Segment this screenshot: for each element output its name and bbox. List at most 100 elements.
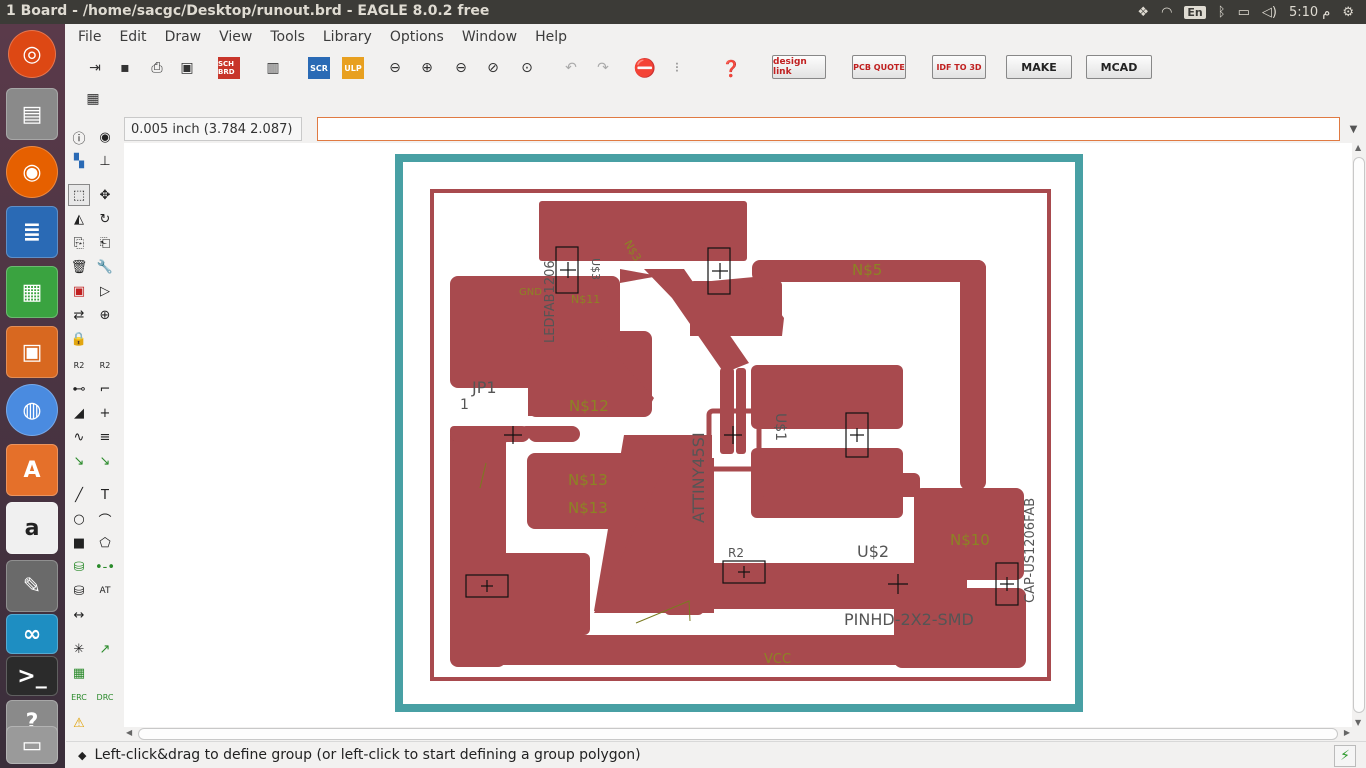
horizontal-scrollbar[interactable]: ◀ ▶ — [124, 727, 1352, 741]
zoom-select-icon[interactable]: ⊙ — [516, 57, 538, 79]
idf-to-3d-button[interactable]: IDF TO 3D — [932, 55, 986, 79]
system-settings-icon[interactable]: ✎ — [6, 560, 58, 612]
zoom-out-icon[interactable]: ⊖ — [450, 57, 472, 79]
firefox-icon[interactable]: ◉ — [6, 146, 58, 198]
horizontal-scroll-thumb[interactable] — [138, 728, 1338, 740]
move-icon[interactable]: ✥ — [94, 184, 116, 206]
auto-icon[interactable]: ▦ — [68, 662, 90, 684]
vertical-scroll-thumb[interactable] — [1353, 157, 1365, 713]
menu-draw[interactable]: Draw — [165, 29, 202, 45]
menu-view[interactable]: View — [219, 29, 252, 45]
route-icon[interactable]: ↘ — [68, 450, 90, 472]
mirror-icon[interactable]: ◭ — [68, 208, 90, 230]
ripup-icon[interactable]: ↘ — [94, 450, 116, 472]
layer-settings-icon[interactable]: ▥ — [262, 57, 284, 79]
rectangle-icon[interactable]: ■ — [68, 532, 90, 554]
board-drawing[interactable]: JP1 1 U$2 PINHD-2X2-SMD ATTINY45SI U$1 C… — [124, 143, 1352, 727]
drc-icon[interactable]: DRC — [94, 686, 116, 708]
mcad-button[interactable]: MCAD — [1086, 55, 1152, 79]
arduino-icon[interactable]: ∞ — [6, 614, 58, 654]
lock-icon[interactable]: 🔒 — [68, 328, 90, 350]
polygon-icon[interactable]: ⬠ — [94, 532, 116, 554]
menu-window[interactable]: Window — [462, 29, 517, 45]
delete-icon[interactable]: 🗑 — [68, 256, 90, 278]
bluetooth-icon[interactable]: ᛒ — [1218, 5, 1226, 20]
signal-icon[interactable]: •-• — [94, 556, 116, 578]
erc-icon[interactable]: ERC — [68, 686, 90, 708]
clock[interactable]: 5:10 م — [1289, 5, 1330, 20]
go-icon[interactable]: ⁝ — [666, 57, 688, 79]
ulp-icon[interactable]: ULP — [342, 57, 364, 79]
amazon-icon[interactable]: a — [6, 502, 58, 554]
redo-icon[interactable]: ↷ — [592, 57, 614, 79]
trash-icon[interactable]: ▭ — [6, 726, 58, 764]
smash-icon[interactable]: ⊷ — [68, 378, 90, 400]
open-icon[interactable]: ⇥ — [84, 57, 106, 79]
rotate-icon[interactable]: ↻ — [94, 208, 116, 230]
ubuntu-logo-icon[interactable]: ◎ — [8, 30, 56, 78]
stop-icon[interactable]: ⛔ — [634, 57, 656, 79]
change-icon[interactable]: 🔧 — [94, 256, 116, 278]
software-center-icon[interactable]: A — [6, 444, 58, 496]
battery-icon[interactable]: ▭ — [1238, 5, 1250, 20]
menu-help[interactable]: Help — [535, 29, 567, 45]
dropbox-icon[interactable]: ❖ — [1137, 5, 1149, 20]
writer-icon[interactable]: ≣ — [6, 206, 58, 258]
circle-icon[interactable]: ○ — [68, 508, 90, 530]
name-icon[interactable]: R2 — [68, 354, 90, 376]
via-icon[interactable]: ⛁ — [68, 556, 90, 578]
cam-processor-icon[interactable]: ▣ — [176, 57, 198, 79]
attribute-icon[interactable]: AT — [94, 580, 116, 602]
text-icon[interactable]: T — [94, 484, 116, 506]
swap-icon[interactable]: ⇄ — [68, 304, 90, 326]
menu-edit[interactable]: Edit — [119, 29, 146, 45]
volume-icon[interactable]: ◁) — [1262, 5, 1277, 20]
arc-icon[interactable]: ⌒ — [94, 508, 116, 530]
save-icon[interactable]: ▪ — [114, 57, 136, 79]
wifi-icon[interactable]: ◠ — [1161, 5, 1172, 20]
errors-icon[interactable]: ⚠ — [68, 712, 90, 734]
power-gear-icon[interactable]: ⚙ — [1342, 5, 1354, 20]
command-line-input[interactable] — [317, 117, 1340, 141]
design-link-button[interactable]: design link — [772, 55, 826, 79]
menu-file[interactable]: File — [78, 29, 101, 45]
value-icon[interactable]: R2 — [94, 354, 116, 376]
show-icon[interactable]: ◉ — [94, 126, 116, 148]
split-icon[interactable]: ◢ — [68, 402, 90, 424]
vertical-scrollbar[interactable]: ▲ ▼ — [1352, 143, 1366, 727]
optimize-icon[interactable]: + — [94, 402, 116, 424]
zoom-in-icon[interactable]: ⊕ — [416, 57, 438, 79]
copy-icon[interactable]: ⎘ — [68, 232, 90, 254]
pcb-quote-button[interactable]: PCB QUOTE — [852, 55, 906, 79]
grid-icon[interactable]: ▦ — [82, 88, 104, 110]
help-icon[interactable]: ❓ — [720, 57, 742, 79]
dimension-icon[interactable]: ↔ — [68, 604, 90, 626]
script-icon[interactable]: SCR — [308, 57, 330, 79]
menu-tools[interactable]: Tools — [270, 29, 305, 45]
zoom-fit-icon[interactable]: ⊖ — [384, 57, 406, 79]
menu-options[interactable]: Options — [390, 29, 444, 45]
keyboard-layout-indicator[interactable]: En — [1184, 5, 1206, 19]
info-icon[interactable]: ⓘ — [68, 126, 90, 148]
miter-icon[interactable]: ⌐ — [94, 378, 116, 400]
line-icon[interactable]: ╱ — [68, 484, 90, 506]
files-icon[interactable]: ▤ — [6, 88, 58, 140]
menu-library[interactable]: Library — [323, 29, 372, 45]
undo-icon[interactable]: ↶ — [560, 57, 582, 79]
meander-icon[interactable]: ∿ — [68, 426, 90, 448]
route-multiple-icon[interactable]: ≡ — [94, 426, 116, 448]
switch-schematic-board-icon[interactable]: SCH BRD — [218, 57, 240, 79]
ratsnest-icon[interactable]: ✳ — [68, 638, 90, 660]
command-history-dropdown[interactable]: ▼ — [1341, 117, 1366, 141]
replace-icon[interactable]: ▷ — [94, 280, 116, 302]
display-layers-icon[interactable]: ▚ — [68, 150, 90, 172]
lock-open-icon[interactable]: ⊕ — [94, 304, 116, 326]
board-canvas[interactable]: JP1 1 U$2 PINHD-2X2-SMD ATTINY45SI U$1 C… — [124, 143, 1352, 727]
hole-icon[interactable]: ⛁ — [68, 580, 90, 602]
mark-icon[interactable]: ⊥ — [94, 150, 116, 172]
stop-command-icon[interactable]: ⚡ — [1334, 745, 1356, 767]
print-icon[interactable]: ⎙ — [146, 57, 168, 79]
autorouter-icon[interactable]: ↗ — [94, 638, 116, 660]
add-icon[interactable]: ▣ — [68, 280, 90, 302]
impress-icon[interactable]: ▣ — [6, 326, 58, 378]
